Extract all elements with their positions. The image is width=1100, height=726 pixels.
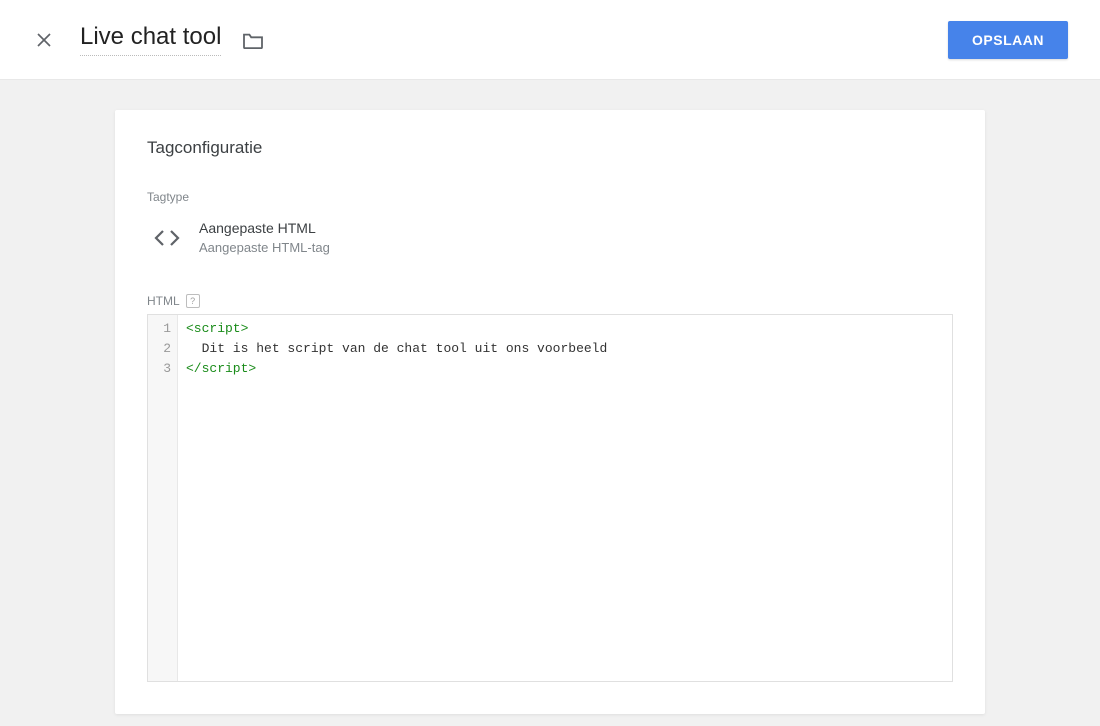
- code-area[interactable]: <script> Dit is het script van de chat t…: [178, 315, 952, 681]
- tagtype-label: Tagtype: [147, 190, 953, 204]
- code-editor[interactable]: 123 <script> Dit is het script van de ch…: [147, 314, 953, 682]
- header: Live chat tool OPSLAAN: [0, 0, 1100, 80]
- page-title-input[interactable]: Live chat tool: [80, 23, 221, 56]
- tagtype-name: Aangepaste HTML: [199, 219, 330, 239]
- tagtype-desc: Aangepaste HTML-tag: [199, 239, 330, 257]
- html-label-row: HTML ?: [147, 294, 953, 308]
- code-icon: [147, 218, 187, 258]
- code-gutter: 123: [148, 315, 178, 681]
- tagtype-text: Aangepaste HTML Aangepaste HTML-tag: [199, 219, 330, 257]
- help-icon[interactable]: ?: [186, 294, 200, 308]
- section-title: Tagconfiguratie: [147, 138, 953, 158]
- save-button[interactable]: OPSLAAN: [948, 21, 1068, 59]
- content-area: Tagconfiguratie Tagtype Aangepaste HTML …: [0, 80, 1100, 714]
- close-icon[interactable]: [32, 28, 56, 52]
- tagtype-selector[interactable]: Aangepaste HTML Aangepaste HTML-tag: [147, 218, 953, 258]
- tag-config-card: Tagconfiguratie Tagtype Aangepaste HTML …: [115, 110, 985, 714]
- folder-icon[interactable]: [241, 28, 265, 52]
- html-label: HTML: [147, 294, 180, 308]
